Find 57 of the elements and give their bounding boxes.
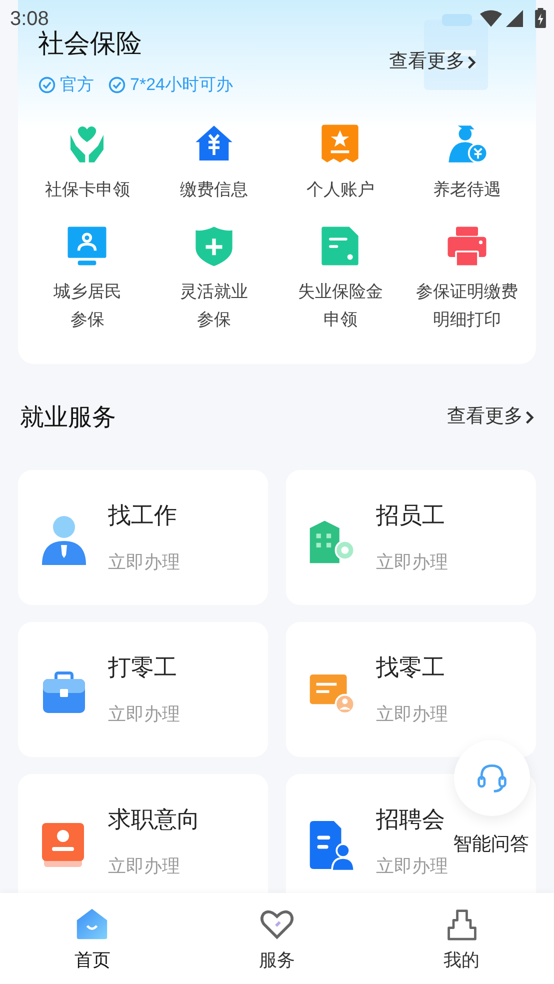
chevron-right-icon	[467, 54, 476, 70]
card-title: 招聘会	[376, 805, 446, 834]
service-label: 灵活就业	[180, 280, 248, 302]
section-title: 就业服务	[20, 402, 116, 432]
home-icon	[75, 907, 110, 941]
check-circle-icon	[108, 76, 126, 94]
card-action: 立即办理	[376, 702, 448, 726]
service-item[interactable]: 参保证明缴费 明细打印	[404, 224, 530, 334]
status-time: 3:08	[10, 8, 49, 30]
service-item[interactable]: 社保卡申领	[24, 122, 150, 204]
card-action: 立即办理	[376, 550, 448, 574]
badge-label: 官方	[60, 74, 94, 96]
service-label: 缴费信息	[180, 178, 248, 200]
section-title: 社会保险	[38, 27, 143, 60]
service-card[interactable]: 找工作 立即办理	[18, 470, 268, 604]
service-label: 参保证明缴费	[416, 280, 518, 302]
service-label: 参保	[196, 308, 231, 330]
wifi-icon	[480, 10, 502, 26]
view-more-link[interactable]: 查看更多	[447, 403, 534, 432]
card-title: 打零工	[108, 653, 178, 682]
chevron-right-icon	[525, 410, 534, 425]
service-label: 失业保险金	[298, 280, 383, 302]
nav-tab[interactable]: 我的	[369, 893, 554, 984]
card-action: 立即办理	[108, 854, 181, 878]
view-more-link[interactable]: 查看更多	[389, 48, 476, 76]
card-action: 立即办理	[108, 702, 180, 726]
service-card[interactable]: 招员工 立即办理	[286, 470, 536, 604]
badge-label: 7*24小时可办	[130, 74, 233, 96]
nav-tab[interactable]: 首页	[0, 893, 185, 984]
card-title: 求职意向	[108, 805, 200, 834]
battery-icon	[535, 8, 546, 28]
card-title: 找零工	[376, 653, 446, 682]
card-title: 招员工	[376, 501, 446, 530]
nav-tab[interactable]: 服务	[184, 893, 370, 984]
service-label: 养老待遇	[432, 178, 501, 200]
service-item[interactable]: 失业保险金 申领	[277, 224, 404, 334]
service-icon	[308, 819, 356, 871]
check-circle-icon	[38, 76, 56, 94]
card-action: 立即办理	[376, 854, 448, 878]
service-icon	[40, 515, 88, 567]
service-label: 参保	[70, 308, 104, 330]
service-label: 社保卡申领	[44, 178, 130, 200]
signal-icon	[506, 10, 523, 26]
service-card[interactable]: 找零工 立即办理	[286, 622, 536, 756]
card-title: 找工作	[108, 501, 178, 530]
service-label: 城乡居民	[53, 280, 122, 302]
service-card[interactable]: 打零工 立即办理	[18, 622, 268, 756]
service-label: 明细打印	[432, 308, 501, 330]
service-label: 申领	[323, 308, 358, 330]
card-action: 立即办理	[108, 550, 180, 574]
service-item[interactable]: 缴费信息	[150, 122, 277, 204]
service-label: 个人账户	[306, 178, 374, 200]
service-item[interactable]: 个人账户	[277, 122, 404, 204]
service-item[interactable]: 养老待遇	[404, 122, 530, 204]
service-item[interactable]: 城乡居民 参保	[24, 224, 150, 334]
service-card[interactable]: 求职意向 立即办理	[18, 774, 268, 893]
service-item[interactable]: 灵活就业 参保	[150, 224, 277, 334]
